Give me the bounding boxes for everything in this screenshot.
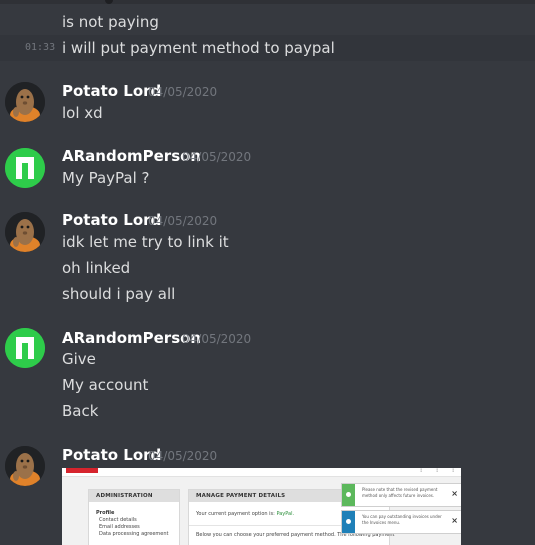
message-timestamp: 01:33 — [25, 42, 56, 53]
toast-text: Please note that the revised payment met… — [362, 487, 438, 498]
message-date: 04/05/2020 — [148, 85, 218, 99]
message-line: i will put payment method to paypal — [62, 39, 335, 57]
close-icon[interactable]: × — [451, 489, 458, 498]
message-line: My account — [62, 376, 149, 394]
message-author[interactable]: Potato Lord — [62, 81, 161, 101]
menu-icon: ⁞ — [436, 468, 439, 474]
message-line: lol xd — [62, 104, 103, 122]
embed-site-header — [62, 468, 461, 477]
site-logo — [66, 468, 98, 473]
potato-avatar[interactable] — [5, 212, 45, 252]
message-author[interactable]: ARandomPerson — [62, 328, 201, 348]
menu-item-data-processing[interactable]: Data processing agreement — [99, 531, 168, 538]
message-date: 04/05/2020 — [148, 449, 218, 463]
potato-avatar[interactable] — [5, 82, 45, 122]
toast-notification: You can pay outstanding invoices under t… — [341, 510, 461, 534]
administration-panel: ADMINISTRATION Profile Contact details E… — [88, 489, 180, 545]
current-payment-option: Your current payment option is: PayPal. — [196, 511, 294, 518]
message-date: 04/05/2020 — [182, 332, 252, 346]
toast-notification: Please note that the revised payment met… — [341, 483, 461, 507]
top-divider — [0, 0, 535, 4]
current-option-label: Your current payment option is: — [196, 511, 275, 517]
message-line: Back — [62, 402, 99, 420]
menu-item-contact-details[interactable]: Contact details — [99, 517, 137, 524]
menu-icon: ⁞ — [420, 468, 423, 474]
message-line: oh linked — [62, 259, 131, 277]
chat-messages: is not paying 01:33 i will put payment m… — [0, 0, 535, 545]
toast-text: You can pay outstanding invoices under t… — [362, 514, 442, 525]
menu-item-email-addresses[interactable]: Email addresses — [99, 524, 140, 531]
potato-icon — [5, 446, 45, 486]
manjaro-logo-avatar[interactable] — [5, 328, 45, 368]
message-date: 04/05/2020 — [182, 150, 252, 164]
message-author[interactable]: Potato Lord — [62, 210, 161, 230]
message-author[interactable]: Potato Lord — [62, 445, 161, 465]
administration-header: ADMINISTRATION — [89, 490, 179, 502]
potato-icon — [5, 82, 45, 122]
message-line: Give — [62, 350, 96, 368]
close-icon[interactable]: × — [451, 516, 458, 525]
success-icon — [342, 484, 355, 506]
current-option-value: PayPal. — [276, 511, 295, 517]
potato-icon — [5, 212, 45, 252]
message-author[interactable]: ARandomPerson — [62, 146, 201, 166]
message-line: is not paying — [62, 13, 159, 31]
manjaro-logo-avatar[interactable] — [5, 148, 45, 188]
info-icon — [342, 511, 355, 533]
profile-heading: Profile — [96, 510, 115, 516]
attachment-image[interactable]: ⁞ ⁞ ⁞ ADMINISTRATION Profile Contact det… — [62, 468, 461, 545]
message-date: 04/05/2020 — [148, 214, 218, 228]
message-line: should i pay all — [62, 285, 176, 303]
manjaro-logo-icon — [5, 328, 45, 368]
message-line: idk let me try to link it — [62, 233, 229, 251]
potato-avatar[interactable] — [5, 446, 45, 486]
menu-icon: ⁞ — [452, 468, 455, 474]
message-line: My PayPal ? — [62, 169, 150, 187]
manjaro-logo-icon — [5, 148, 45, 188]
